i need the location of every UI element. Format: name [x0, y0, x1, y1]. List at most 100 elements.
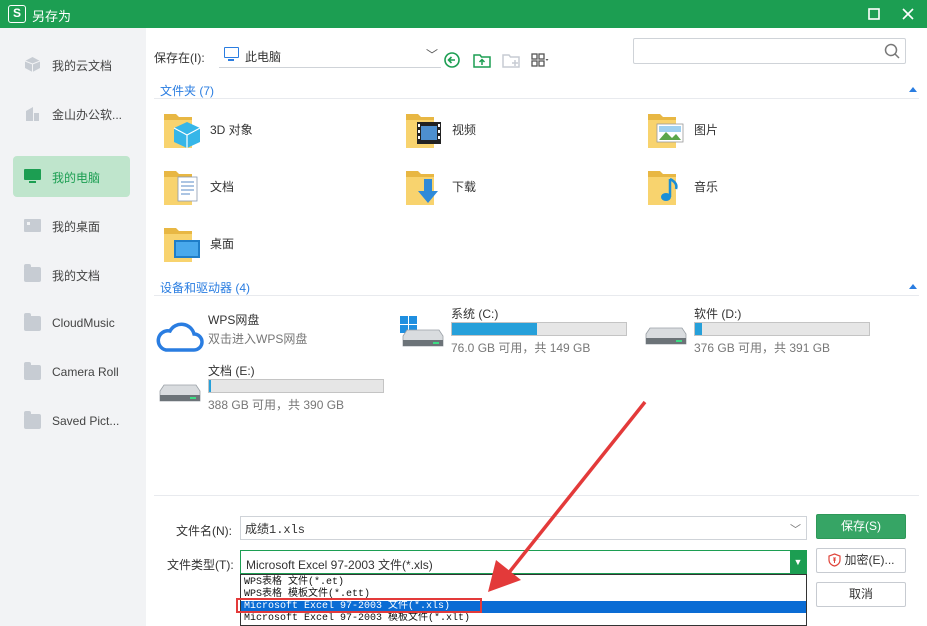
videos-folder-icon: [406, 114, 441, 148]
folder-name: 3D 对象: [210, 123, 253, 137]
filetype-value: Microsoft Excel 97-2003 文件(*.xls): [246, 558, 433, 572]
downloads-folder-icon: [406, 171, 438, 205]
encrypt-button[interactable]: 加密(E)...: [816, 548, 906, 573]
sidebar-item-my-documents[interactable]: 我的文档: [13, 254, 130, 295]
folder-item-videos[interactable]: 视频: [404, 108, 604, 158]
sidebar-item-label: Saved Pict...: [52, 414, 120, 428]
drive-item-e[interactable]: 文档 (E:) 388 GB 可用，共 390 GB: [156, 361, 391, 421]
window-title: 另存为: [32, 9, 72, 24]
filetype-option-xlt[interactable]: Microsoft Excel 97-2003 模板文件(*.xlt): [241, 613, 806, 625]
sidebar-item-kingsoft[interactable]: 金山办公软...: [13, 93, 130, 134]
encrypt-button-label: 加密(E)...: [844, 553, 895, 567]
collapse-icon[interactable]: [909, 87, 917, 92]
drive-usage-fill: [209, 380, 211, 392]
this-pc-icon: [224, 47, 239, 61]
wps-logo-icon: S: [8, 5, 26, 23]
sidebar-item-saved-pictures[interactable]: Saved Pict...: [13, 401, 130, 442]
drive-subtitle: 双击进入WPS网盘: [208, 332, 308, 346]
folder-item-desktop[interactable]: 桌面: [162, 222, 362, 272]
save-button[interactable]: 保存(S): [816, 514, 906, 539]
sidebar-item-label: 我的电脑: [52, 171, 101, 185]
close-button[interactable]: [891, 0, 925, 28]
drive-item-d[interactable]: 软件 (D:) 376 GB 可用，共 391 GB: [642, 304, 877, 364]
wps-cloud-icon: [156, 322, 204, 352]
drive-usage-bar: [451, 322, 627, 336]
folder-item-3d-objects[interactable]: 3D 对象: [162, 108, 362, 158]
folder-item-documents[interactable]: 文档: [162, 165, 362, 215]
sidebar-item-cloud-docs[interactable]: 我的云文档: [13, 44, 130, 85]
hard-drive-icon: [645, 327, 687, 345]
drive-usage-fill: [695, 323, 702, 335]
sidebar-item-my-desktop[interactable]: 我的桌面: [13, 205, 130, 246]
filetype-option-et[interactable]: WPS表格 文件(*.et): [241, 577, 806, 589]
folder-icon: [24, 362, 41, 380]
desktop-folder-icon: [164, 228, 200, 262]
up-folder-icon[interactable]: [473, 51, 491, 69]
divider: [154, 98, 919, 99]
close-icon: [902, 8, 914, 20]
search-input[interactable]: [634, 39, 874, 63]
3d-objects-folder-icon: [164, 114, 201, 148]
sidebar-item-label: 我的文档: [52, 269, 101, 283]
search-box: [633, 38, 906, 64]
folder-name: 视频: [452, 123, 477, 137]
folders-section-header: 文件夹 (7): [160, 84, 215, 98]
sidebar-item-cloudmusic[interactable]: CloudMusic: [13, 303, 130, 344]
folder-item-music[interactable]: 音乐: [646, 165, 846, 215]
filename-input[interactable]: [241, 517, 781, 539]
drive-free-space: 376 GB 可用，共 391 GB: [694, 341, 831, 355]
highlight-annotation: [236, 598, 482, 613]
chevron-down-icon[interactable]: ▼: [790, 551, 806, 573]
save-in-label: 保存在(I):: [154, 51, 205, 65]
drive-name: 文档 (E:): [208, 364, 255, 378]
shield-icon: [827, 553, 841, 567]
documents-folder-icon: [164, 171, 198, 205]
drive-name: 软件 (D:): [694, 307, 742, 321]
filename-combobox: ﹀: [240, 516, 807, 540]
filetype-select[interactable]: Microsoft Excel 97-2003 文件(*.xls) ▼: [240, 550, 807, 574]
sidebar-item-camera-roll[interactable]: Camera Roll: [13, 352, 130, 393]
chevron-down-icon[interactable]: ﹀: [790, 521, 801, 537]
collapse-icon[interactable]: [909, 284, 917, 289]
back-icon[interactable]: [443, 51, 461, 69]
music-folder-icon: [648, 171, 678, 205]
drive-usage-fill: [452, 323, 538, 335]
filename-label: 文件名(N):: [176, 524, 232, 538]
office-building-icon: [26, 107, 39, 121]
cloud-cube-icon: [24, 57, 41, 72]
new-folder-icon[interactable]: [502, 51, 520, 69]
sidebar-item-my-computer[interactable]: 我的电脑: [13, 156, 130, 197]
main-panel: 保存在(I): 此电脑 ﹀ 文件夹 (7) 3D 对象 视频 图片 文档 下载: [146, 28, 927, 626]
drive-name: WPS网盘: [208, 313, 260, 327]
location-value: 此电脑: [245, 50, 282, 64]
location-select[interactable]: 此电脑 ﹀: [219, 42, 441, 68]
cancel-button[interactable]: 取消: [816, 582, 906, 607]
maximize-icon: [868, 8, 880, 20]
title-bar: S 另存为: [0, 0, 927, 28]
folder-name: 下载: [452, 180, 477, 194]
folder-icon: [24, 411, 41, 429]
drive-free-space: 388 GB 可用，共 390 GB: [208, 398, 345, 412]
drive-free-space: 76.0 GB 可用，共 149 GB: [451, 341, 591, 355]
divider: [154, 295, 919, 296]
windows-drive-icon: [400, 316, 444, 347]
drive-item-c[interactable]: 系统 (C:) 76.0 GB 可用，共 149 GB: [399, 304, 634, 364]
folder-name: 桌面: [210, 237, 235, 251]
folder-name: 图片: [694, 123, 719, 137]
sidebar-item-label: Camera Roll: [52, 365, 119, 379]
maximize-button[interactable]: [857, 0, 891, 28]
folder-name: 音乐: [694, 180, 719, 194]
drive-name: 系统 (C:): [451, 307, 499, 321]
folder-name: 文档: [210, 180, 235, 194]
view-grid-icon[interactable]: [531, 51, 549, 69]
sidebar-item-label: 金山办公软...: [52, 108, 123, 122]
drive-usage-bar: [694, 322, 870, 336]
folder-item-downloads[interactable]: 下载: [404, 165, 604, 215]
folder-item-pictures[interactable]: 图片: [646, 108, 846, 158]
sidebar-item-label: CloudMusic: [52, 316, 115, 330]
search-icon[interactable]: [883, 42, 901, 60]
folder-icon: [24, 264, 41, 282]
sidebar-item-label: 我的桌面: [52, 220, 101, 234]
sidebar-item-label: 我的云文档: [52, 59, 113, 73]
pictures-folder-icon: [648, 114, 684, 148]
